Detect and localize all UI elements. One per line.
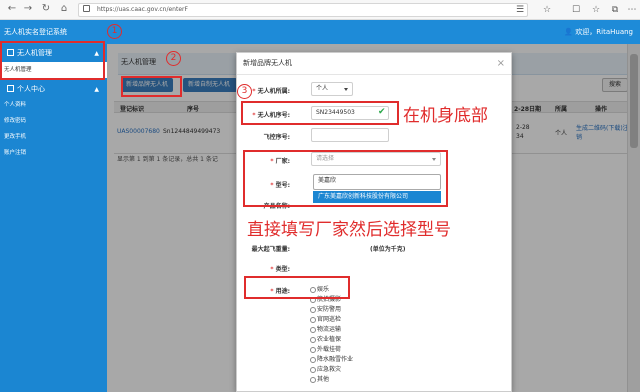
mtow-label: 最大起飞重量: (251, 246, 290, 253)
annotation-number-2: 2 (166, 51, 181, 66)
use-radio-external-load[interactable]: 外载挂荷 (309, 345, 409, 355)
chevron-up-icon: ▲ (94, 86, 99, 93)
model-label: * 型号: (270, 182, 290, 189)
use-radio-security[interactable]: 安防警用 (309, 305, 409, 315)
maker-label: * 厂家: (270, 158, 290, 165)
sidebar-item-phone[interactable]: 更改手机 (0, 129, 107, 145)
uav-group-icon (7, 49, 14, 56)
dialog-title: 新增品牌无人机 × (237, 53, 511, 75)
chevron-down-icon (344, 88, 348, 91)
use-radio-weather[interactable]: 降水融雪作业 (309, 355, 409, 365)
sidebar-item-profile[interactable]: 个人资料 (0, 97, 107, 113)
model-input[interactable]: 美嘉欣 (313, 174, 441, 190)
sidebar-group-uav[interactable]: 无人机管理 ▲ (0, 46, 107, 61)
user-icon: 👤 (564, 28, 574, 36)
chevron-up-icon: ▲ (94, 50, 99, 57)
use-radio-rescue[interactable]: 应急救灾 (309, 365, 409, 375)
use-label: * 用途: (270, 288, 290, 295)
check-icon: ✔ (378, 107, 386, 117)
use-radio-other[interactable]: 其他 (309, 375, 409, 385)
use-radio-logistics[interactable]: 物流运输 (309, 325, 409, 335)
annotation-number-1: 1 (107, 24, 122, 39)
user-greeting[interactable]: 👤 欢迎，RitaHuang (564, 27, 633, 37)
address-bar[interactable]: https://uas.caac.gov.cn/enterF (78, 3, 528, 17)
sidebar-item-close-account[interactable]: 账户注销 (0, 145, 107, 161)
sidebar: 无人机管理 ▲ 无人机管理 个人中心 ▲ 个人资料 修改密码 更改手机 账户注销 (0, 44, 107, 392)
arrow-right-icon[interactable]: → (22, 3, 34, 15)
favorites-icon[interactable]: ☆ (590, 4, 602, 16)
product-name-label: 产品名称: (263, 203, 290, 210)
fc-serial-input[interactable] (311, 128, 389, 142)
arrow-left-icon[interactable]: ← (6, 3, 18, 15)
annotation-number-3: 3 (237, 84, 252, 99)
use-radio-group: 娱乐 航拍摄影 安防警用 官网巡检 物流运输 农业植保 外载挂荷 降水融雪作业 … (309, 285, 409, 385)
chevron-down-icon (432, 158, 436, 161)
use-radio-agriculture[interactable]: 农业植保 (309, 335, 409, 345)
personal-group-icon (7, 85, 14, 92)
reload-icon[interactable]: ↻ (40, 3, 52, 15)
model-option[interactable]: 广东美嘉欣创新科技股份有限公司 (313, 191, 441, 203)
annotation-text-maker: 直接填写厂家然后选择型号 (247, 220, 451, 240)
reader-icon[interactable]: ☐ (570, 4, 582, 16)
sidebar-group-personal[interactable]: 个人中心 ▲ (0, 82, 107, 97)
fc-serial-label: 飞控序号: (263, 134, 290, 141)
maker-select[interactable]: 请选择 (311, 152, 441, 166)
mtow-unit: (单位为千克) (370, 246, 406, 253)
star-icon[interactable]: ☆ (541, 4, 553, 16)
serial-label: * 无人机序号: (252, 112, 290, 119)
bookmark-list-icon[interactable]: ☰ (514, 4, 526, 16)
use-radio-inspection[interactable]: 官网巡检 (309, 315, 409, 325)
close-icon[interactable]: × (497, 54, 505, 74)
lock-icon (83, 5, 90, 12)
browser-toolbar: ← → ↻ ⌂ https://uas.caac.gov.cn/enterF ☰… (0, 0, 640, 20)
use-radio-entertainment[interactable]: 娱乐 (309, 285, 409, 295)
use-radio-aerial-photo[interactable]: 航拍摄影 (309, 295, 409, 305)
share-icon[interactable]: ⧉ (609, 4, 621, 16)
sidebar-item-uav-manage[interactable]: 无人机管理 (0, 62, 107, 78)
app-title: 无人机实名登记系统 (4, 28, 67, 36)
app-header: 无人机实名登记系统 👤 欢迎，RitaHuang (0, 20, 640, 44)
sidebar-item-password[interactable]: 修改密码 (0, 113, 107, 129)
annotation-text-bottom: 在机身底部 (403, 106, 488, 126)
home-icon[interactable]: ⌂ (58, 3, 70, 15)
more-icon[interactable]: ⋯ (626, 4, 638, 16)
type-label: * 类型: (270, 266, 290, 273)
